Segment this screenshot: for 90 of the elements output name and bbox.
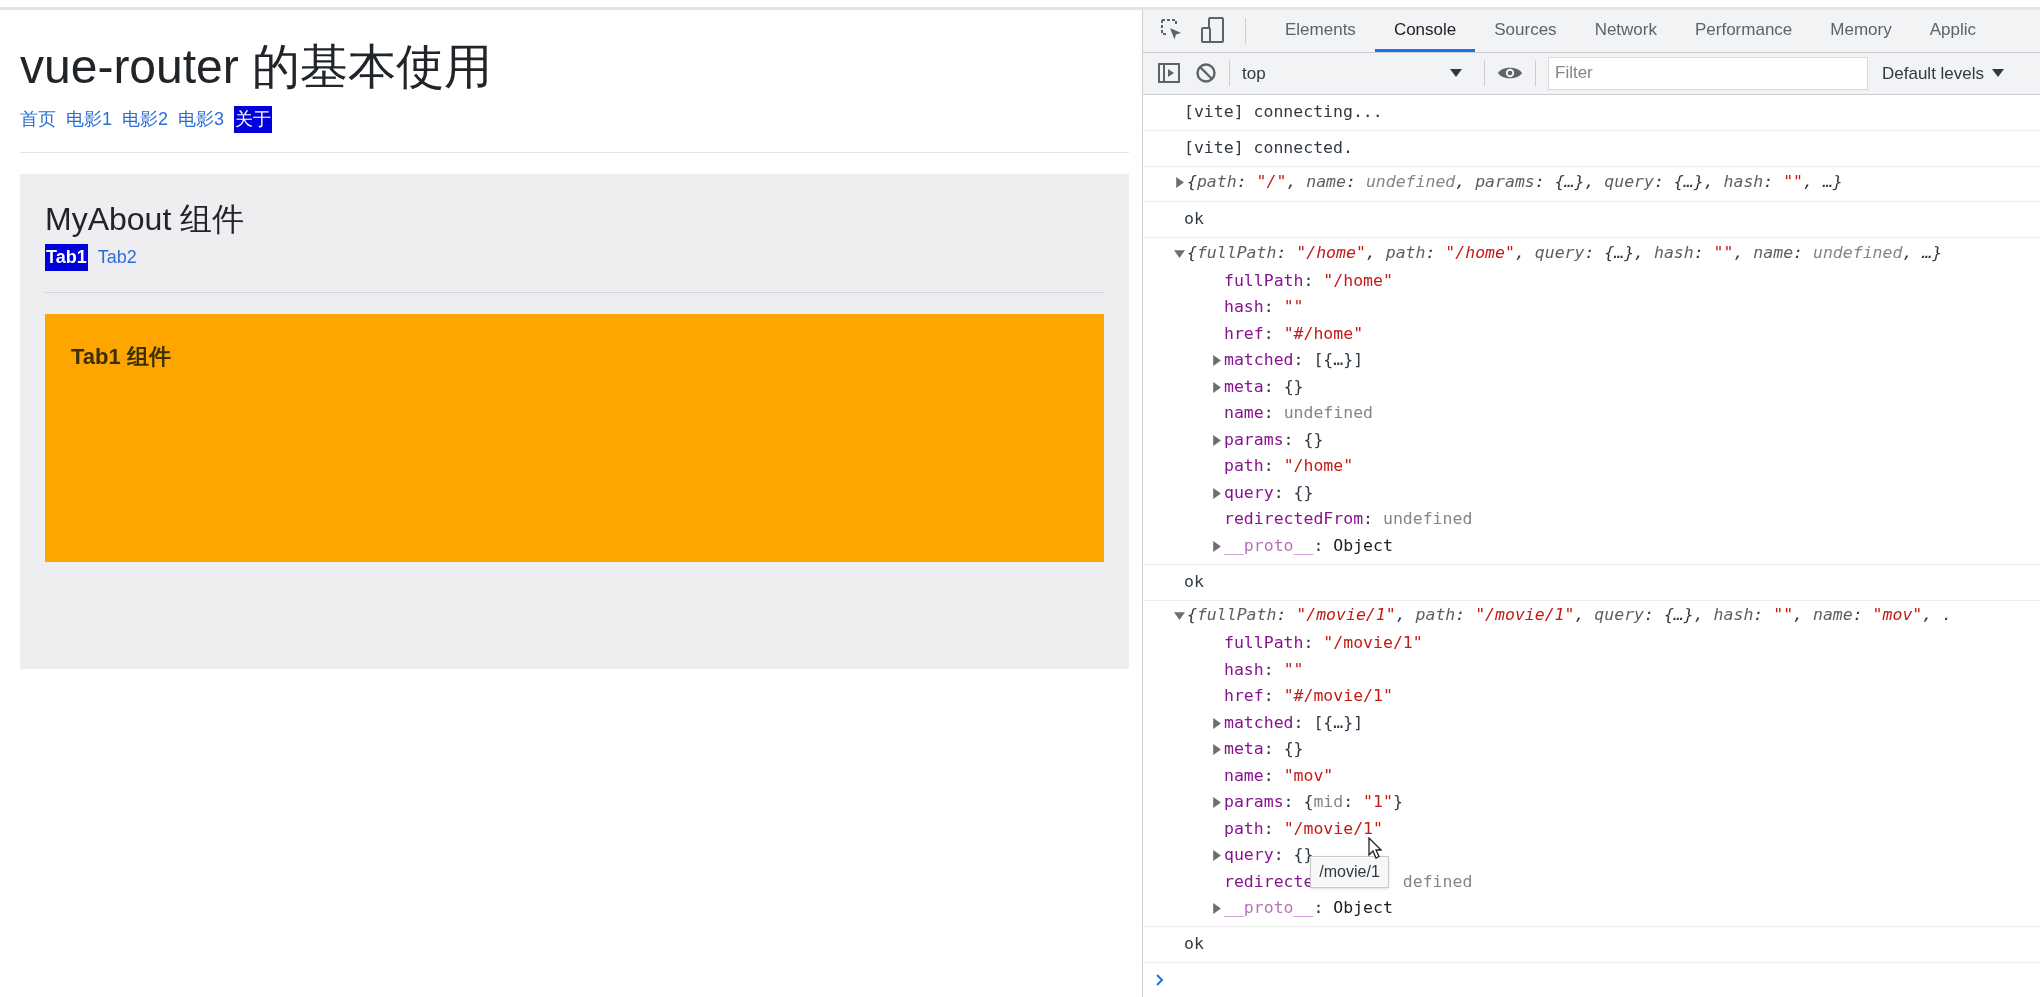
nav-link[interactable]: 电影3 (178, 106, 225, 133)
devtools-tab[interactable]: Elements (1266, 10, 1375, 52)
property-value: : {} (1263, 738, 1304, 761)
devtools-tab[interactable]: Applic (1910, 10, 1996, 52)
nav-link[interactable]: 关于 (234, 106, 273, 133)
property-value: : "/home" (1303, 269, 1393, 292)
collapsed-triangle-icon[interactable] (1211, 487, 1222, 499)
mouse-cursor-icon (1368, 836, 1383, 859)
console-message: ok (1184, 208, 1204, 231)
levels-dropdown[interactable]: Default levels (1882, 60, 2005, 86)
property-value: : "#/home" (1263, 322, 1364, 345)
collapsed-triangle-icon[interactable] (1211, 850, 1222, 862)
collapsed-triangle-icon[interactable] (1211, 381, 1222, 393)
property-value: : {} (1263, 375, 1304, 398)
console-message: ok (1184, 933, 1204, 956)
collapsed-triangle-icon[interactable] (1174, 176, 1185, 188)
tab-link[interactable]: Tab2 (97, 244, 137, 271)
caret-icon (1992, 68, 2005, 79)
prompt-chevron-icon[interactable] (1155, 973, 1165, 987)
property-value: : [{…}] (1293, 349, 1364, 372)
property-value: : "/movie/1" (1303, 632, 1423, 655)
property-key: meta (1224, 374, 1264, 400)
device-toggle-icon[interactable] (1201, 15, 1225, 44)
devtools-tab[interactable]: Memory (1811, 10, 1911, 52)
collapsed-triangle-icon[interactable] (1211, 797, 1222, 809)
nav-link[interactable]: 首页 (20, 106, 56, 133)
property-value: : "#/movie/1" (1263, 685, 1393, 708)
property-key: redirectedFrom (1224, 507, 1364, 533)
clear-console-icon[interactable] (1195, 62, 1217, 85)
property-value: : Object (1313, 534, 1393, 557)
console-message: ok (1184, 570, 1204, 593)
filter-field[interactable]: Filter (1548, 56, 1868, 90)
console-message: [vite] connecting... (1184, 101, 1383, 124)
property-value: : "/movie/1" (1263, 817, 1383, 840)
property-key: href (1224, 321, 1264, 347)
property-key: fullPath (1224, 268, 1304, 294)
devtools-tab[interactable]: Sources (1475, 10, 1576, 52)
property-value: : "" (1263, 296, 1304, 319)
component-heading: MyAbout 组件 (45, 200, 245, 239)
property-value: : {} (1283, 428, 1324, 451)
panel-text: Tab1 组件 (71, 344, 171, 369)
property-value: : undefined (1363, 508, 1473, 531)
property-key: query (1224, 843, 1274, 869)
collapsed-triangle-icon[interactable] (1211, 903, 1222, 915)
property-value: : "" (1263, 658, 1304, 681)
property-value: : {mid: "1"} (1283, 791, 1403, 814)
property-key: name (1224, 401, 1264, 427)
property-key: meta (1224, 737, 1264, 763)
property-value: defined (1402, 870, 1473, 893)
expanded-triangle-icon[interactable] (1174, 247, 1185, 259)
caret-icon (1450, 68, 1462, 79)
property-value: : undefined (1263, 402, 1374, 425)
sidebar-toggle-icon[interactable] (1157, 61, 1181, 86)
collapsed-triangle-icon[interactable] (1211, 540, 1222, 552)
property-value: : "/home" (1263, 455, 1354, 478)
property-key: matched (1224, 348, 1294, 374)
expanded-triangle-icon[interactable] (1174, 610, 1185, 621)
property-key: href (1224, 684, 1264, 710)
property-key: params (1224, 427, 1284, 453)
page-heading: vue-router 的基本使用 (20, 39, 493, 95)
tab-link[interactable]: Tab1 (45, 244, 88, 271)
property-key: fullPath (1224, 631, 1304, 657)
property-key: matched (1224, 710, 1294, 736)
devtools-tab[interactable]: Network (1575, 10, 1676, 52)
collapsed-triangle-icon[interactable] (1211, 355, 1222, 367)
nav-link[interactable]: 电影2 (122, 106, 169, 133)
object-summary[interactable]: {fullPath: "/movie/1", path: "/movie/1", query: {…}, hash: "", name: "mov", . (1187, 603, 1953, 628)
property-value: : {} (1273, 481, 1314, 504)
property-key: query (1224, 480, 1274, 506)
property-key: hash (1224, 295, 1264, 321)
property-value: : "mov" (1263, 764, 1334, 787)
property-key: __proto__ (1224, 533, 1314, 559)
context-select[interactable]: top (1242, 60, 1472, 86)
property-value: : [{…}] (1293, 711, 1364, 734)
tooltip: /movie/1 (1310, 855, 1389, 888)
console-message: [vite] connected. (1184, 137, 1353, 160)
property-key: path (1224, 454, 1264, 480)
property-key: hash (1224, 657, 1264, 683)
property-key: path (1224, 816, 1264, 842)
object-summary[interactable]: {path: "/", name: undefined, params: {…}, query: {…}, hash: "", …} (1187, 169, 1843, 195)
collapsed-triangle-icon[interactable] (1211, 434, 1222, 446)
collapsed-triangle-icon[interactable] (1211, 744, 1222, 756)
nav-link[interactable]: 电影1 (66, 106, 112, 133)
object-summary[interactable]: {fullPath: "/home", path: "/home", query: {…}, hash: "", name: undefined, …} (1187, 240, 1943, 266)
property-key: name (1224, 763, 1264, 789)
collapsed-triangle-icon[interactable] (1211, 717, 1222, 729)
property-key: params (1224, 790, 1284, 816)
devtools-tab[interactable]: Performance (1676, 10, 1812, 52)
property-key: __proto__ (1224, 896, 1314, 922)
property-value: : Object (1313, 897, 1393, 920)
